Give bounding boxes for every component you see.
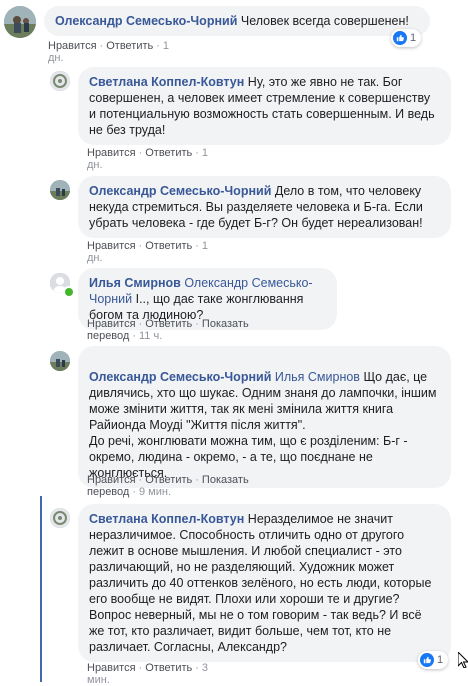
like-link[interactable]: Нравится: [87, 147, 136, 159]
reaction-count[interactable]: 1: [391, 29, 422, 47]
comment-actions: Нравится · Ответить · Показать перевод · 11 ч.: [87, 318, 249, 342]
separator: ·: [195, 662, 199, 674]
mention-link[interactable]: Илья Смирнов: [275, 370, 360, 384]
author-name[interactable]: Олександр Семесько-Чорний: [55, 14, 237, 28]
avatar[interactable]: [4, 6, 36, 38]
separator: ·: [99, 40, 104, 52]
reply-link[interactable]: Ответить: [145, 662, 192, 674]
like-link[interactable]: Нравится: [87, 662, 136, 674]
comment-bubble: Олександр Семесько-Чорний Дело в том, чт…: [78, 176, 451, 238]
separator: ·: [132, 486, 136, 498]
like-link[interactable]: Нравится: [87, 318, 136, 330]
comment-text: Що дає, це дивлячись, хто що шукає. Одни…: [89, 370, 437, 480]
reply-link[interactable]: Ответить: [106, 40, 153, 52]
reply-link[interactable]: Ответить: [145, 240, 192, 252]
reaction-count-value: 1: [437, 654, 444, 666]
comment-bubble: Олександр Семесько-Чорний Илья Смирнов Щ…: [78, 346, 451, 488]
separator: ·: [138, 662, 143, 674]
comment-actions: Нравится · Ответить · Показать перевод · 9 мин…: [87, 474, 249, 498]
highlight-bar: [40, 496, 42, 682]
like-link[interactable]: Нравится: [87, 474, 136, 486]
comment-text: Человек всегда совершенен!: [240, 14, 409, 28]
reply-link[interactable]: Ответить: [145, 318, 192, 330]
comment-text: Неразделимое не значит неразличимое. Спо…: [89, 512, 432, 654]
author-name[interactable]: Олександр Семесько-Чорний: [89, 370, 271, 384]
separator: ·: [195, 240, 199, 252]
avatar[interactable]: [50, 351, 70, 371]
like-icon: [393, 31, 407, 45]
comment-bubble: Светлана Коппел-Ковтун Ну, это же явно н…: [78, 67, 451, 145]
separator: ·: [195, 474, 199, 486]
separator: ·: [138, 147, 143, 159]
separator: ·: [138, 474, 143, 486]
author-name[interactable]: Светлана Коппел-Ковтун: [89, 512, 244, 526]
timestamp[interactable]: 11 ч.: [139, 330, 162, 342]
avatar[interactable]: [50, 508, 70, 528]
like-icon: [420, 653, 434, 667]
separator: ·: [156, 40, 160, 52]
comment-actions: Нравится · Ответить · 1 дн.: [87, 147, 208, 171]
timestamp[interactable]: 9 мин.: [139, 486, 171, 498]
reaction-count-value: 1: [410, 32, 417, 44]
like-link[interactable]: Нравится: [87, 240, 136, 252]
author-name[interactable]: Светлана Коппел-Ковтун: [89, 75, 244, 89]
separator: ·: [195, 318, 199, 330]
comment-actions: Нравится · Ответить · 1 дн.: [48, 40, 169, 64]
comment-bubble: Олександр Семесько-Чорний Человек всегда…: [44, 6, 430, 36]
author-name[interactable]: Илья Смирнов: [89, 276, 181, 290]
online-status-indicator: [63, 286, 75, 298]
like-link[interactable]: Нравится: [48, 40, 97, 52]
comment-actions: Нравится · Ответить · 1 дн.: [87, 240, 208, 264]
mouse-cursor-icon: [457, 650, 468, 671]
comment-bubble: Светлана Коппел-Ковтун Неразделимое не з…: [78, 504, 451, 662]
separator: ·: [138, 318, 143, 330]
avatar[interactable]: [50, 71, 70, 91]
reaction-count[interactable]: 1: [418, 651, 449, 669]
author-name[interactable]: Олександр Семесько-Чорний: [89, 184, 271, 198]
separator: ·: [195, 147, 199, 159]
separator: ·: [132, 330, 136, 342]
avatar[interactable]: [50, 180, 70, 200]
reply-link[interactable]: Ответить: [145, 474, 192, 486]
separator: ·: [138, 240, 143, 252]
reply-link[interactable]: Ответить: [145, 147, 192, 159]
comment-actions: Нравится · Ответить · 3 мин.: [87, 662, 208, 686]
